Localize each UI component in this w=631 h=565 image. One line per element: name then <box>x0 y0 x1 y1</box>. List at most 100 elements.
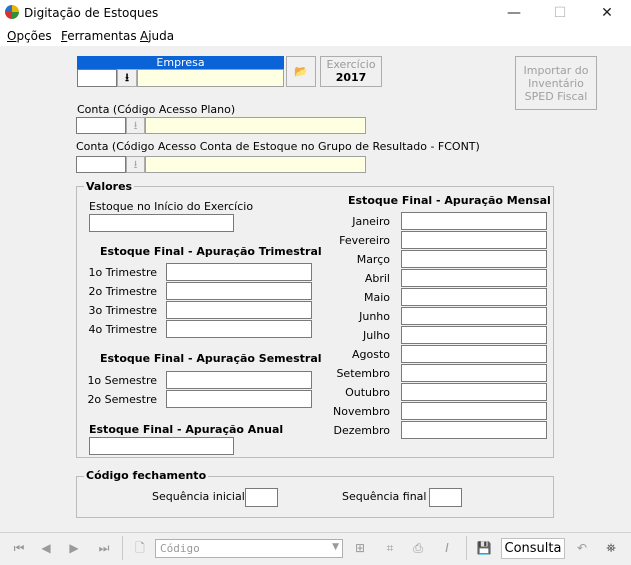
codigo-combo[interactable]: Código ▼ <box>155 539 343 558</box>
first-record-icon[interactable]: ⏮ <box>7 536 31 560</box>
fechamento-group <box>76 476 554 518</box>
mes-input[interactable] <box>401 402 547 420</box>
maximize-button[interactable]: ☐ <box>537 0 583 28</box>
mes-input[interactable] <box>401 421 547 439</box>
semestre-1-input[interactable] <box>166 371 312 389</box>
codigo-placeholder: Código <box>160 542 200 555</box>
mes-label: Dezembro <box>333 424 391 437</box>
fechamento-legend: Código fechamento <box>84 469 209 482</box>
conta-fcont-desc-field <box>145 156 366 173</box>
new-document-icon[interactable]: 🗋 <box>128 536 152 560</box>
import-sped-label: Importar do Inventário SPED Fiscal <box>523 63 589 103</box>
anual-input[interactable] <box>89 437 234 455</box>
mes-label: Novembro <box>333 405 390 418</box>
semestre-2-label: 2o Semestre <box>87 393 157 406</box>
folder-open-icon: 📂 <box>294 65 308 78</box>
conta-fcont-lookup-button[interactable]: ⭳ <box>126 156 145 173</box>
toolbar-separator <box>466 536 467 560</box>
print-icon[interactable]: ⎙ <box>406 536 430 560</box>
menu-ajuda[interactable]: Ajuda <box>140 29 174 43</box>
inicio-input[interactable] <box>89 214 234 232</box>
mode-indicator: Consulta <box>501 538 565 559</box>
app-icon <box>5 5 19 19</box>
close-button[interactable]: ✕ <box>584 0 630 28</box>
window-title: Digitação de Estoques <box>24 6 159 20</box>
exercicio-box: Exercício 2017 <box>320 56 382 87</box>
mes-label: Fevereiro <box>339 234 390 247</box>
mes-input[interactable] <box>401 307 547 325</box>
trimestral-title: Estoque Final - Apuração Trimestral <box>100 245 322 258</box>
trimestre-2-input[interactable] <box>166 282 312 300</box>
binoculars-icon[interactable]: ⛯ <box>599 536 623 560</box>
semestre-2-input[interactable] <box>166 390 312 408</box>
mes-input[interactable] <box>401 288 547 306</box>
empresa-code-input[interactable] <box>77 69 117 87</box>
mes-label: Janeiro <box>352 215 390 228</box>
trimestre-3-label: 3o Trimestre <box>88 304 157 317</box>
mes-input[interactable] <box>401 269 547 287</box>
conta-fcont-code-input[interactable] <box>76 156 126 173</box>
sequencia-inicial-label: Sequência inicial <box>152 490 245 503</box>
conta-code-input[interactable] <box>76 117 126 134</box>
conta-desc-field <box>145 117 366 134</box>
mes-input[interactable] <box>401 326 547 344</box>
conta-lookup-button[interactable]: ⭳ <box>126 117 145 134</box>
next-record-icon[interactable]: ▶ <box>62 536 86 560</box>
trimestre-2-label: 2o Trimestre <box>88 285 157 298</box>
arrow-down-icon: ⭳ <box>133 119 138 132</box>
trimestre-1-input[interactable] <box>166 263 312 281</box>
semestre-1-label: 1o Semestre <box>87 374 157 387</box>
mes-label: Julho <box>363 329 390 342</box>
undo-icon[interactable]: ↶ <box>570 536 594 560</box>
previous-record-icon[interactable]: ◀ <box>34 536 58 560</box>
title-bar: Digitação de Estoques — ☐ ✕ <box>0 0 631 28</box>
mes-input[interactable] <box>401 345 547 363</box>
mes-input[interactable] <box>401 212 547 230</box>
save-icon[interactable]: 💾 <box>472 536 496 560</box>
mes-label: Junho <box>359 310 390 323</box>
last-record-icon[interactable]: ⏭ <box>92 536 116 560</box>
mes-input[interactable] <box>401 231 547 249</box>
arrow-down-icon: ⭳ <box>125 71 129 84</box>
trimestre-4-input[interactable] <box>166 320 312 338</box>
sequencia-final-input[interactable] <box>429 488 462 507</box>
exercicio-label: Exercício <box>326 58 376 71</box>
sequencia-final-label: Sequência final <box>342 490 427 503</box>
menu-opcoes[interactable]: Opções <box>7 29 52 43</box>
empresa-lookup-button[interactable]: ⭳ <box>117 69 137 87</box>
conta-fcont-label: Conta (Código Acesso Conta de Estoque no… <box>76 140 480 153</box>
trimestre-1-label: 1o Trimestre <box>88 266 157 279</box>
mes-label: Abril <box>364 272 390 285</box>
mes-input[interactable] <box>401 383 547 401</box>
empresa-header: Empresa <box>77 56 284 69</box>
mes-label: Outubro <box>345 386 390 399</box>
sequencia-inicial-input[interactable] <box>245 488 278 507</box>
empresa-name-field <box>137 69 284 87</box>
mes-label: Maio <box>363 291 390 304</box>
mensal-title: Estoque Final - Apuração Mensal <box>348 194 551 207</box>
mes-label: Agosto <box>351 348 390 361</box>
valores-legend: Valores <box>84 180 135 193</box>
conta-label: Conta (Código Acesso Plano) <box>77 103 236 116</box>
mes-label: Março <box>356 253 390 266</box>
arrow-down-icon: ⭳ <box>133 158 138 171</box>
anual-title: Estoque Final - Apuração Anual <box>89 423 284 436</box>
trimestre-3-input[interactable] <box>166 301 312 319</box>
trimestre-4-label: 4o Trimestre <box>88 323 157 336</box>
toolbar-separator <box>122 536 123 560</box>
import-sped-button[interactable]: Importar do Inventário SPED Fiscal <box>515 56 597 110</box>
mes-input[interactable] <box>401 364 547 382</box>
minimize-button[interactable]: — <box>491 0 537 28</box>
semestral-title: Estoque Final - Apuração Semestral <box>100 352 322 365</box>
mes-input[interactable] <box>401 250 547 268</box>
chevron-down-icon: ▼ <box>332 542 339 552</box>
exercicio-value: 2017 <box>335 71 367 84</box>
menu-ferramentas[interactable]: Ferramentas <box>61 29 137 43</box>
filter-icon[interactable]: ⌗ <box>378 536 402 560</box>
mes-label: Setembro <box>336 367 390 380</box>
search-list-icon[interactable]: ⊞ <box>348 536 372 560</box>
italic-icon[interactable]: I <box>435 536 459 560</box>
menu-bar: Opções Ferramentas Ajuda <box>0 28 631 46</box>
inicio-label: Estoque no Início do Exercício <box>89 200 254 213</box>
open-folder-button[interactable]: 📂 <box>286 56 316 87</box>
